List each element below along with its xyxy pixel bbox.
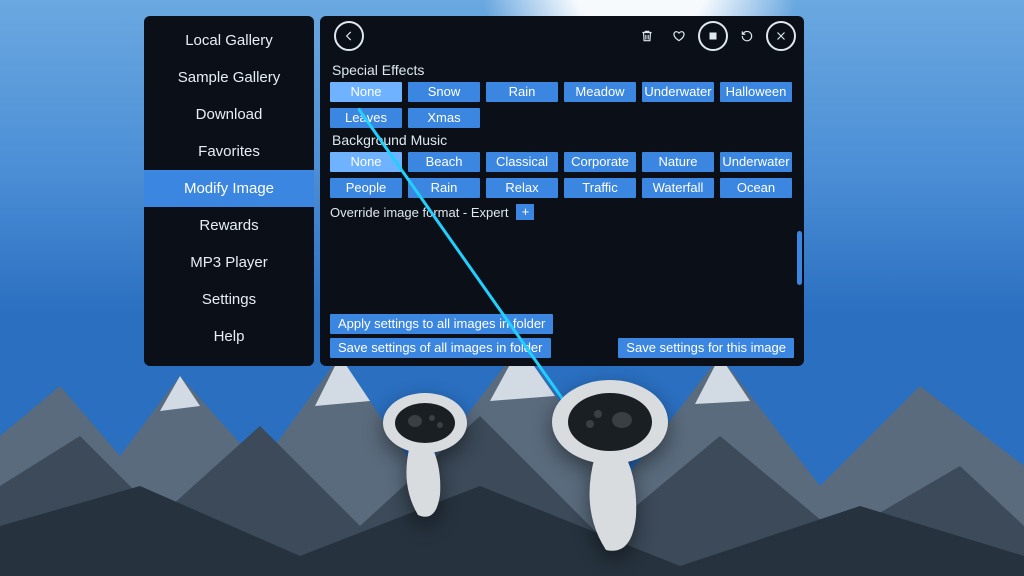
effect-xmas[interactable]: Xmas bbox=[408, 108, 480, 128]
sidebar: Local Gallery Sample Gallery Download Fa… bbox=[144, 16, 314, 366]
music-waterfall[interactable]: Waterfall bbox=[642, 178, 714, 198]
trash-button[interactable] bbox=[634, 23, 660, 49]
vr-controller-left bbox=[370, 385, 480, 525]
effect-halloween[interactable]: Halloween bbox=[720, 82, 792, 102]
save-all-button[interactable]: Save settings of all images in folder bbox=[330, 338, 551, 358]
effect-underwater[interactable]: Underwater bbox=[642, 82, 714, 102]
override-label: Override image format - Expert bbox=[330, 205, 508, 220]
favorite-button[interactable] bbox=[666, 23, 692, 49]
content-panel: Special Effects None Snow Rain Meadow Un… bbox=[320, 16, 804, 366]
apply-all-button[interactable]: Apply settings to all images in folder bbox=[330, 314, 553, 334]
stop-icon bbox=[706, 29, 720, 43]
effect-none[interactable]: None bbox=[330, 82, 402, 102]
sidebar-item-help[interactable]: Help bbox=[144, 318, 314, 355]
music-underwater[interactable]: Underwater bbox=[720, 152, 792, 172]
effects-heading: Special Effects bbox=[332, 62, 794, 78]
stop-button[interactable] bbox=[698, 21, 728, 51]
back-button[interactable] bbox=[334, 21, 364, 51]
sidebar-item-sample-gallery[interactable]: Sample Gallery bbox=[144, 59, 314, 96]
vr-controller-right bbox=[540, 370, 690, 560]
undo-button[interactable] bbox=[734, 23, 760, 49]
sidebar-item-local-gallery[interactable]: Local Gallery bbox=[144, 22, 314, 59]
undo-icon bbox=[740, 29, 754, 43]
chevron-left-icon bbox=[342, 29, 356, 43]
effect-snow[interactable]: Snow bbox=[408, 82, 480, 102]
override-expand-button[interactable]: + bbox=[516, 204, 534, 220]
music-nature[interactable]: Nature bbox=[642, 152, 714, 172]
music-classical[interactable]: Classical bbox=[486, 152, 558, 172]
music-relax[interactable]: Relax bbox=[486, 178, 558, 198]
effect-meadow[interactable]: Meadow bbox=[564, 82, 636, 102]
bottom-actions: Apply settings to all images in folder S… bbox=[320, 308, 804, 366]
sidebar-item-mp3-player[interactable]: MP3 Player bbox=[144, 244, 314, 281]
settings-panel: Local Gallery Sample Gallery Download Fa… bbox=[144, 16, 804, 366]
music-rain[interactable]: Rain bbox=[408, 178, 480, 198]
close-icon bbox=[774, 29, 788, 43]
scrollbar-thumb[interactable] bbox=[797, 231, 802, 285]
music-heading: Background Music bbox=[332, 132, 794, 148]
override-row: Override image format - Expert + bbox=[330, 204, 794, 220]
music-ocean[interactable]: Ocean bbox=[720, 178, 792, 198]
save-one-button[interactable]: Save settings for this image bbox=[618, 338, 794, 358]
sidebar-item-download[interactable]: Download bbox=[144, 96, 314, 133]
music-traffic[interactable]: Traffic bbox=[564, 178, 636, 198]
sidebar-item-settings[interactable]: Settings bbox=[144, 281, 314, 318]
music-row: None Beach Classical Corporate Nature Un… bbox=[330, 152, 794, 198]
sidebar-item-favorites[interactable]: Favorites bbox=[144, 133, 314, 170]
music-corporate[interactable]: Corporate bbox=[564, 152, 636, 172]
topbar bbox=[320, 16, 804, 56]
trash-icon bbox=[640, 29, 654, 43]
music-people[interactable]: People bbox=[330, 178, 402, 198]
scrollbar[interactable] bbox=[797, 56, 802, 316]
heart-icon bbox=[672, 29, 686, 43]
effect-leaves[interactable]: Leaves bbox=[330, 108, 402, 128]
sidebar-item-rewards[interactable]: Rewards bbox=[144, 207, 314, 244]
music-beach[interactable]: Beach bbox=[408, 152, 480, 172]
sidebar-item-modify-image[interactable]: Modify Image bbox=[144, 170, 314, 207]
effects-row: None Snow Rain Meadow Underwater Hallowe… bbox=[330, 82, 794, 128]
music-none[interactable]: None bbox=[330, 152, 402, 172]
close-button[interactable] bbox=[766, 21, 796, 51]
effect-rain[interactable]: Rain bbox=[486, 82, 558, 102]
